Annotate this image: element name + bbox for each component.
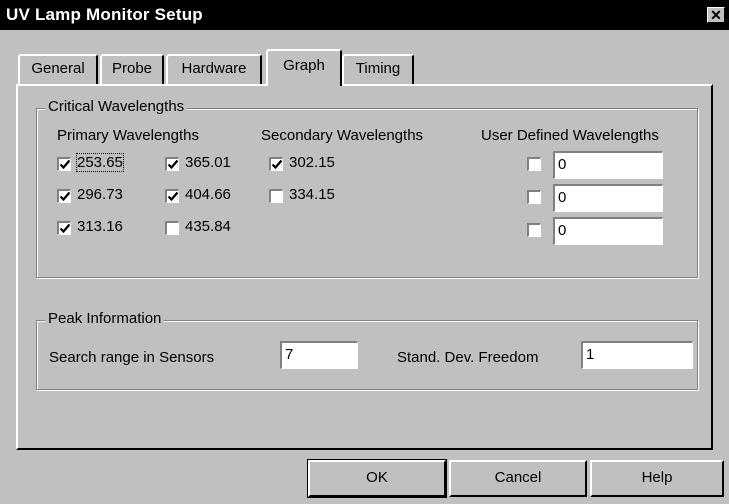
search-range-input[interactable]: 7 bbox=[280, 341, 358, 369]
stddev-freedom-label: Stand. Dev. Freedom bbox=[397, 349, 539, 366]
primary-365-checkbox[interactable] bbox=[165, 157, 179, 171]
title-bar[interactable]: UV Lamp Monitor Setup ✕ bbox=[0, 0, 729, 30]
tab-timing-label: Timing bbox=[355, 60, 401, 77]
user-wavelengths-heading: User Defined Wavelengths bbox=[481, 127, 659, 144]
tab-general-label: General bbox=[31, 60, 85, 77]
ok-button[interactable]: OK bbox=[307, 459, 447, 498]
tab-probe-label: Probe bbox=[111, 60, 153, 77]
secondary-334-checkbox[interactable] bbox=[269, 189, 283, 203]
secondary-wavelengths-heading: Secondary Wavelengths bbox=[261, 127, 424, 144]
tab-timing[interactable]: Timing bbox=[342, 54, 414, 84]
search-range-label: Search range in Sensors bbox=[49, 349, 215, 366]
graph-tab-panel: Critical Wavelengths Primary Wavelengths… bbox=[16, 84, 713, 450]
window-title: UV Lamp Monitor Setup bbox=[6, 5, 203, 24]
peak-information-group: Peak Information Search range in Sensors… bbox=[36, 310, 698, 390]
cancel-button[interactable]: Cancel bbox=[449, 460, 587, 497]
primary-435-checkbox[interactable] bbox=[165, 221, 179, 235]
help-button-label: Help bbox=[641, 469, 673, 486]
tab-graph-label: Graph bbox=[283, 57, 325, 74]
ok-button-label: OK bbox=[366, 469, 388, 486]
critical-wavelengths-group: Critical Wavelengths Primary Wavelengths… bbox=[36, 98, 698, 278]
primary-313-checkbox[interactable] bbox=[57, 221, 71, 235]
peak-information-title: Peak Information bbox=[45, 310, 165, 327]
tab-probe[interactable]: Probe bbox=[100, 54, 164, 84]
critical-wavelengths-title: Critical Wavelengths bbox=[45, 98, 188, 115]
tab-hardware[interactable]: Hardware bbox=[166, 54, 262, 84]
user-wavelength-2-checkbox[interactable] bbox=[527, 190, 541, 204]
tab-general[interactable]: General bbox=[18, 54, 98, 84]
secondary-302-checkbox[interactable] bbox=[269, 157, 283, 171]
primary-253-checkbox[interactable] bbox=[57, 157, 71, 171]
close-icon: ✕ bbox=[710, 7, 722, 23]
primary-313-label: 313.16 bbox=[77, 218, 123, 235]
user-wavelength-1-checkbox[interactable] bbox=[527, 157, 541, 171]
cancel-button-label: Cancel bbox=[494, 469, 542, 486]
primary-296-label: 296.73 bbox=[77, 186, 123, 203]
primary-253-label: 253.65 bbox=[76, 153, 124, 172]
stddev-freedom-input[interactable]: 1 bbox=[581, 341, 693, 369]
primary-365-label: 365.01 bbox=[185, 154, 231, 171]
user-wavelength-3-input[interactable]: 0 bbox=[553, 217, 663, 245]
help-button[interactable]: Help bbox=[590, 460, 724, 497]
tab-graph[interactable]: Graph bbox=[266, 49, 342, 86]
user-wavelength-1-input[interactable]: 0 bbox=[553, 151, 663, 179]
dialog-window: UV Lamp Monitor Setup ✕ General Probe Ha… bbox=[0, 0, 729, 504]
close-button[interactable]: ✕ bbox=[707, 7, 725, 23]
primary-404-checkbox[interactable] bbox=[165, 189, 179, 203]
user-wavelength-3-checkbox[interactable] bbox=[527, 223, 541, 237]
primary-wavelengths-heading: Primary Wavelengths bbox=[57, 127, 199, 144]
primary-296-checkbox[interactable] bbox=[57, 189, 71, 203]
primary-435-label: 435.84 bbox=[185, 218, 231, 235]
user-wavelength-2-input[interactable]: 0 bbox=[553, 184, 663, 212]
primary-404-label: 404.66 bbox=[185, 186, 231, 203]
tab-hardware-label: Hardware bbox=[181, 60, 247, 77]
secondary-334-label: 334.15 bbox=[289, 186, 335, 203]
secondary-302-label: 302.15 bbox=[289, 154, 335, 171]
